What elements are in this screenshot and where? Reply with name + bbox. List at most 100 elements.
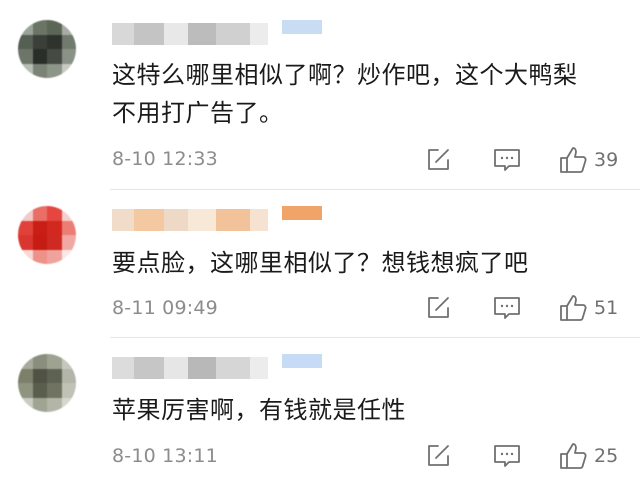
like-button[interactable]: 51 (558, 292, 618, 324)
username-pixel (188, 23, 216, 45)
like-button[interactable]: 25 (558, 440, 618, 472)
comment-item: 苹果厉害啊，有钱就是任性 8-10 13:11 25 (0, 338, 640, 492)
share-button[interactable] (424, 144, 452, 176)
avatar-pixel (18, 354, 33, 369)
avatar-pixel (32, 354, 47, 369)
avatar-pixel (32, 63, 47, 78)
comment-time: 8-10 13:11 (112, 445, 218, 467)
avatar-pixel (61, 206, 76, 221)
username-pixel (282, 354, 322, 368)
avatar-pixel (18, 20, 33, 35)
like-count: 25 (594, 445, 619, 467)
username-pixel (216, 23, 250, 45)
reply-button[interactable] (492, 440, 522, 472)
username-pixel (164, 23, 188, 45)
username-pixel (250, 209, 268, 231)
share-button[interactable] (424, 440, 452, 472)
avatar-pixel (18, 235, 33, 250)
thumbs-up-icon (560, 295, 587, 321)
share-edit-icon (428, 445, 449, 466)
avatar-pixel (47, 235, 62, 250)
thumbs-up-icon (560, 443, 587, 469)
like-button[interactable]: 39 (558, 144, 618, 176)
username-pixel (112, 209, 134, 231)
like-count: 39 (594, 149, 619, 171)
username-pixel (250, 23, 268, 45)
avatar-pixel (61, 235, 76, 250)
avatar-pixel (61, 383, 76, 398)
avatar-pixel (47, 368, 62, 383)
avatar-pixel (47, 220, 62, 235)
avatar-pixel (32, 20, 47, 35)
avatar-pixel (47, 354, 62, 369)
username-pixel (216, 209, 250, 231)
avatar-pixel (47, 63, 62, 78)
avatar-pixel (32, 206, 47, 221)
avatar-pixel (47, 206, 62, 221)
username-pixel (164, 209, 188, 231)
avatar-pixel (18, 383, 33, 398)
avatar-pixel (47, 34, 62, 49)
avatar-pixel (61, 397, 76, 412)
avatar-pixel (61, 63, 76, 78)
avatar-pixel (61, 249, 76, 264)
avatar-pixel (18, 63, 33, 78)
share-button[interactable] (424, 292, 452, 324)
avatar-pixel (47, 249, 62, 264)
avatar-pixel (61, 34, 76, 49)
avatar-pixel (32, 368, 47, 383)
username-pixelated[interactable] (112, 206, 322, 234)
username-pixel (282, 206, 322, 220)
avatar-pixel (32, 220, 47, 235)
comment-text: 苹果厉害啊，有钱就是任性 (112, 396, 406, 424)
username-pixel (134, 23, 164, 45)
comment-actions: 25 (420, 440, 640, 472)
avatar-pixel (18, 249, 33, 264)
avatar-pixel (18, 49, 33, 64)
username-pixelated[interactable] (112, 20, 322, 48)
share-edit-icon (428, 297, 449, 318)
username-pixelated[interactable] (112, 354, 322, 382)
comment-text: 这特么哪里相似了啊？炒作吧，这个大鸭梨 不用打广告了。 (112, 61, 578, 127)
avatar-pixel (61, 220, 76, 235)
avatar-pixel (32, 34, 47, 49)
avatar-pixel (61, 20, 76, 35)
thumbs-up-icon (560, 147, 587, 173)
username-pixel (112, 23, 134, 45)
avatar-pixel (47, 397, 62, 412)
avatar-pixel (47, 49, 62, 64)
username-pixel (134, 209, 164, 231)
avatar-pixel (18, 368, 33, 383)
username-pixel (250, 357, 268, 379)
comment-actions: 39 (420, 144, 640, 176)
comment-list: 这特么哪里相似了啊？炒作吧，这个大鸭梨 不用打广告了。 8-10 12:33 3… (0, 0, 640, 492)
avatar-pixel (18, 397, 33, 412)
avatar[interactable] (18, 354, 76, 412)
avatar-pixel (61, 354, 76, 369)
like-count: 51 (594, 297, 619, 319)
comment-item: 要点脸，这哪里相似了？想钱想疯了吧 8-11 09:49 51 (0, 190, 640, 338)
reply-button[interactable] (492, 292, 522, 324)
avatar[interactable] (18, 20, 76, 78)
avatar-pixel (61, 368, 76, 383)
username-pixel (164, 357, 188, 379)
avatar-pixel (32, 249, 47, 264)
avatar-pixel (47, 20, 62, 35)
avatar-pixel (18, 34, 33, 49)
avatar-pixel (18, 220, 33, 235)
comment-actions: 51 (420, 292, 640, 324)
avatar[interactable] (18, 206, 76, 264)
comment-item: 这特么哪里相似了啊？炒作吧，这个大鸭梨 不用打广告了。 8-10 12:33 3… (0, 0, 640, 190)
avatar-pixel (32, 235, 47, 250)
avatar-pixel (32, 49, 47, 64)
comment-time: 8-11 09:49 (112, 297, 218, 319)
comment-text: 要点脸，这哪里相似了？想钱想疯了吧 (112, 249, 529, 277)
avatar-pixel (18, 206, 33, 221)
comment-bubble-icon (494, 149, 520, 171)
comment-bubble-icon (494, 297, 520, 319)
avatar-pixel (47, 383, 62, 398)
avatar-pixel (32, 383, 47, 398)
username-pixel (282, 20, 322, 34)
avatar-pixel (61, 49, 76, 64)
reply-button[interactable] (492, 144, 522, 176)
